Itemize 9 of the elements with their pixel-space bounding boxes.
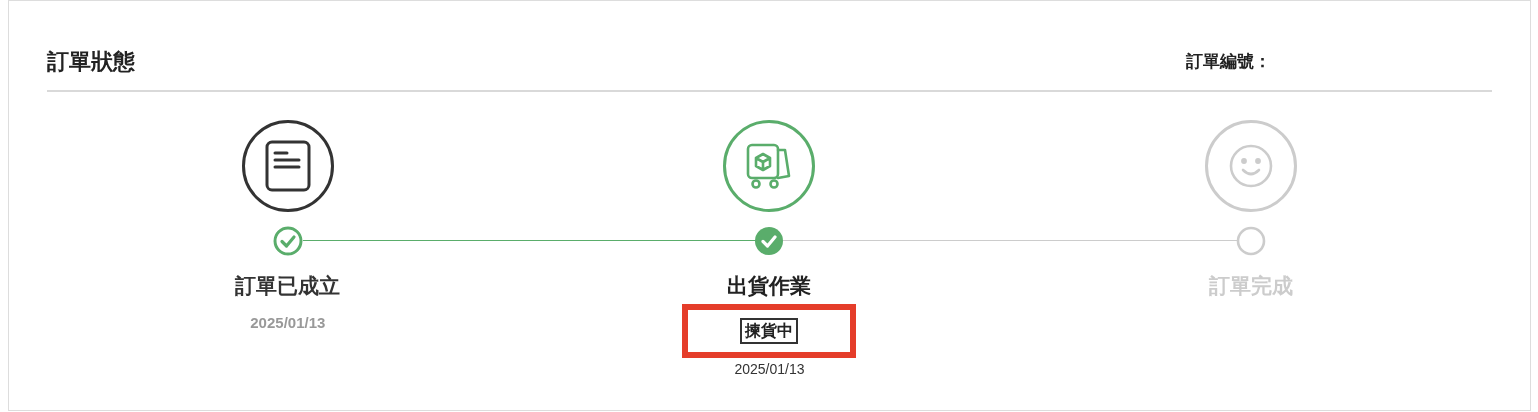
step-label: 訂單已成立: [235, 273, 341, 299]
smiley-icon: [1229, 144, 1274, 188]
step-label: 出貨作業: [727, 273, 812, 299]
section-title: 訂單狀態: [47, 48, 135, 76]
status-tag: 揀貨中: [740, 317, 799, 344]
step-date: 2025/01/13: [734, 359, 805, 379]
document-icon: [264, 140, 311, 192]
step-date: 2025/01/13: [250, 312, 326, 333]
order-number-label: 訂單編號：: [1186, 51, 1271, 71]
